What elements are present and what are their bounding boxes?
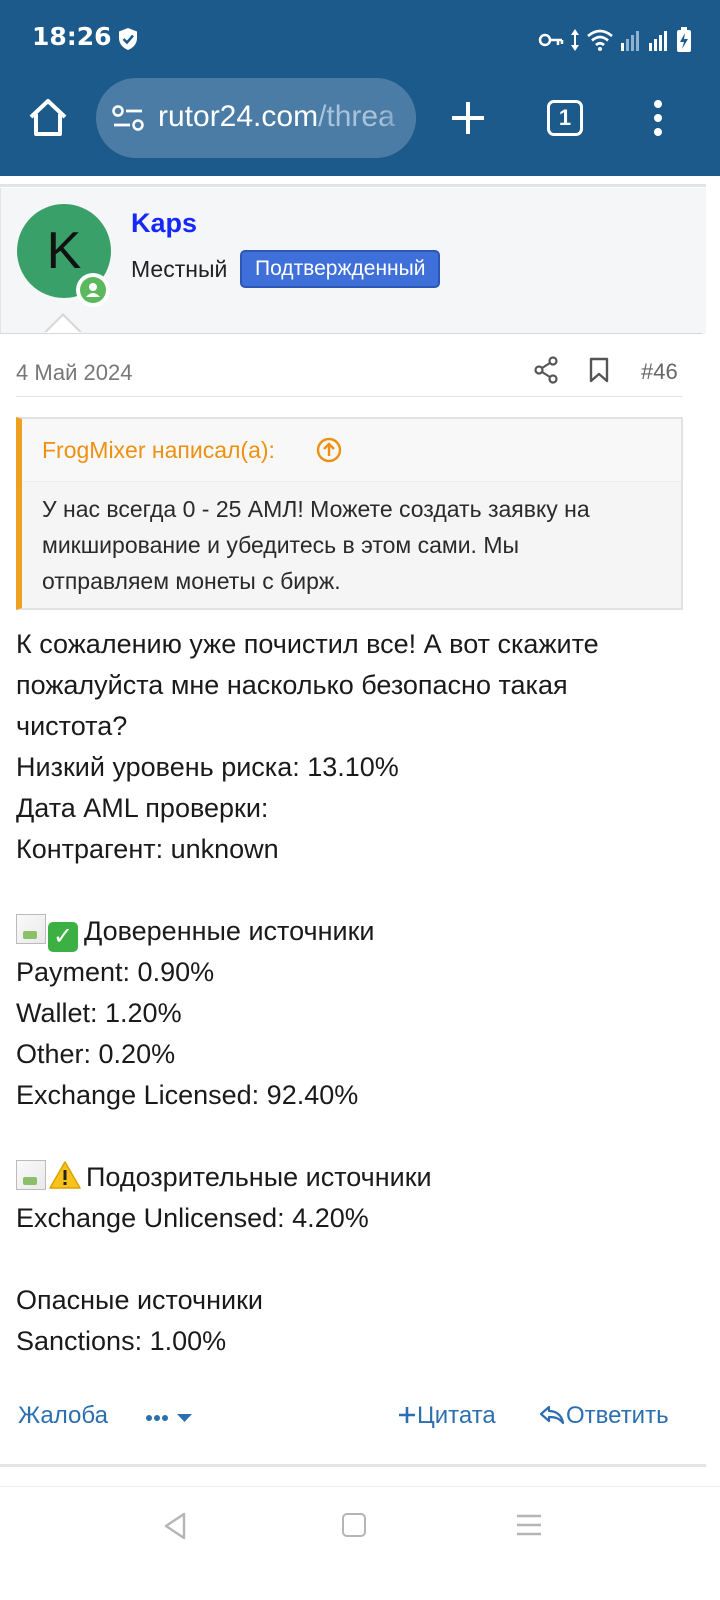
status-icons — [538, 26, 692, 54]
reply-button[interactable]: Ответить — [538, 1402, 669, 1430]
bookmark-icon[interactable] — [588, 357, 610, 383]
dangerous-heading: Опасные источники — [16, 1285, 263, 1315]
quote-line: микширование и убедитесь в этом сами. Мы — [42, 532, 520, 558]
url-text[interactable]: rutor24.com/threa — [158, 100, 395, 134]
quote-block: FrogMixer написал(а): У нас всегда 0 - 2… — [16, 417, 683, 610]
trusted-heading: Доверенные источники — [84, 916, 375, 946]
post-top-border — [0, 184, 706, 187]
quote-author-link[interactable]: FrogMixer написал(а): — [42, 437, 275, 464]
post-user-header: K Kaps Местный Подтвержденный — [0, 188, 706, 334]
data-arrows-icon — [571, 29, 579, 51]
suspicious-heading: Подозрительные источники — [86, 1162, 432, 1192]
post-actions: Жалоба Цитата Ответить — [0, 1396, 706, 1442]
suspicious-heading-line: Подозрительные источники — [16, 1157, 696, 1198]
tab-switcher-button[interactable]: 1 — [547, 100, 583, 136]
quote-divider — [22, 481, 681, 482]
user-badge: Подтвержденный — [240, 250, 441, 288]
quote-header: FrogMixer написал(а): — [22, 419, 681, 481]
more-options-icon[interactable] — [145, 1398, 195, 1432]
check-mark-icon: ✓ — [48, 922, 78, 952]
share-icon[interactable] — [533, 356, 559, 384]
post-number-link[interactable]: #46 — [641, 359, 678, 385]
broken-image-icon — [16, 1160, 46, 1190]
online-status-icon — [76, 273, 110, 307]
user-title: Местный — [131, 256, 228, 282]
recent-apps-icon[interactable] — [516, 1513, 542, 1537]
warning-icon — [49, 1161, 81, 1189]
trusted-heading-line: ✓ Доверенные источники — [16, 911, 696, 952]
body-line: Exchange Unlicensed: 4.20% — [16, 1203, 369, 1233]
post-date[interactable]: 4 Май 2024 — [16, 360, 133, 386]
home-button-icon[interactable] — [342, 1513, 366, 1537]
wifi-icon — [587, 29, 613, 51]
signal-2-icon — [649, 31, 667, 51]
new-tab-icon[interactable] — [446, 96, 490, 140]
body-line: Exchange Licensed: 92.40% — [16, 1080, 359, 1110]
site-settings-icon[interactable] — [112, 104, 144, 132]
body-line: Контрагент: unknown — [16, 834, 279, 864]
system-nav-bar — [0, 1486, 720, 1600]
vpn-key-icon — [538, 33, 564, 47]
plus-icon — [399, 1407, 415, 1423]
home-icon[interactable] — [26, 96, 70, 140]
report-link[interactable]: Жалоба — [18, 1402, 108, 1430]
quote-label: Цитата — [417, 1402, 496, 1429]
status-bar: 18:26 — [0, 0, 720, 80]
body-line: пожалуйста мне насколько безопасно такая — [16, 670, 568, 700]
url-domain: rutor24.com — [158, 100, 319, 133]
quote-line: отправляем монеты с бирж. — [42, 568, 341, 594]
shield-icon — [119, 28, 137, 50]
url-fade — [380, 78, 416, 158]
status-time: 18:26 — [32, 22, 112, 51]
meta-divider — [16, 396, 682, 397]
browser-chrome: 18:26 rutor24.com/threa 1 — [0, 0, 720, 176]
body-line: Other: 0.20% — [16, 1039, 176, 1069]
signal-1-icon — [621, 31, 639, 51]
body-line: Payment: 0.90% — [16, 957, 215, 987]
more-menu-icon[interactable] — [648, 98, 668, 138]
back-icon[interactable] — [160, 1511, 190, 1541]
browser-toolbar: rutor24.com/threa 1 — [0, 78, 720, 160]
battery-icon — [677, 27, 691, 52]
userbar-divider — [0, 333, 702, 334]
body-line: Дата AML проверки: — [16, 793, 269, 823]
user-icon — [86, 283, 100, 297]
username-link[interactable]: Kaps — [131, 208, 197, 239]
post-bottom-border — [0, 1464, 706, 1467]
body-line: Низкий уровень риска: 13.10% — [16, 752, 399, 782]
body-line: Sanctions: 1.00% — [16, 1326, 227, 1356]
quote-line: У нас всегда 0 - 25 АМЛ! Можете создать … — [42, 496, 590, 522]
quote-text: У нас всегда 0 - 25 АМЛ! Можете создать … — [42, 491, 672, 599]
body-line: К сожалению уже почистил все! А вот скаж… — [16, 629, 599, 659]
post-body: К сожалению уже почистил все! А вот скаж… — [16, 624, 696, 1362]
body-line: Wallet: 1.20% — [16, 998, 182, 1028]
url-bar[interactable]: rutor24.com/threa — [96, 78, 416, 158]
userbar-arrow — [46, 316, 80, 333]
quote-button[interactable]: Цитата — [397, 1402, 496, 1430]
reply-icon — [539, 1405, 565, 1425]
arrow-up-circle-icon[interactable] — [316, 437, 342, 463]
reply-label: Ответить — [566, 1402, 669, 1429]
broken-image-icon — [16, 914, 46, 944]
body-line: чистота? — [16, 711, 128, 741]
